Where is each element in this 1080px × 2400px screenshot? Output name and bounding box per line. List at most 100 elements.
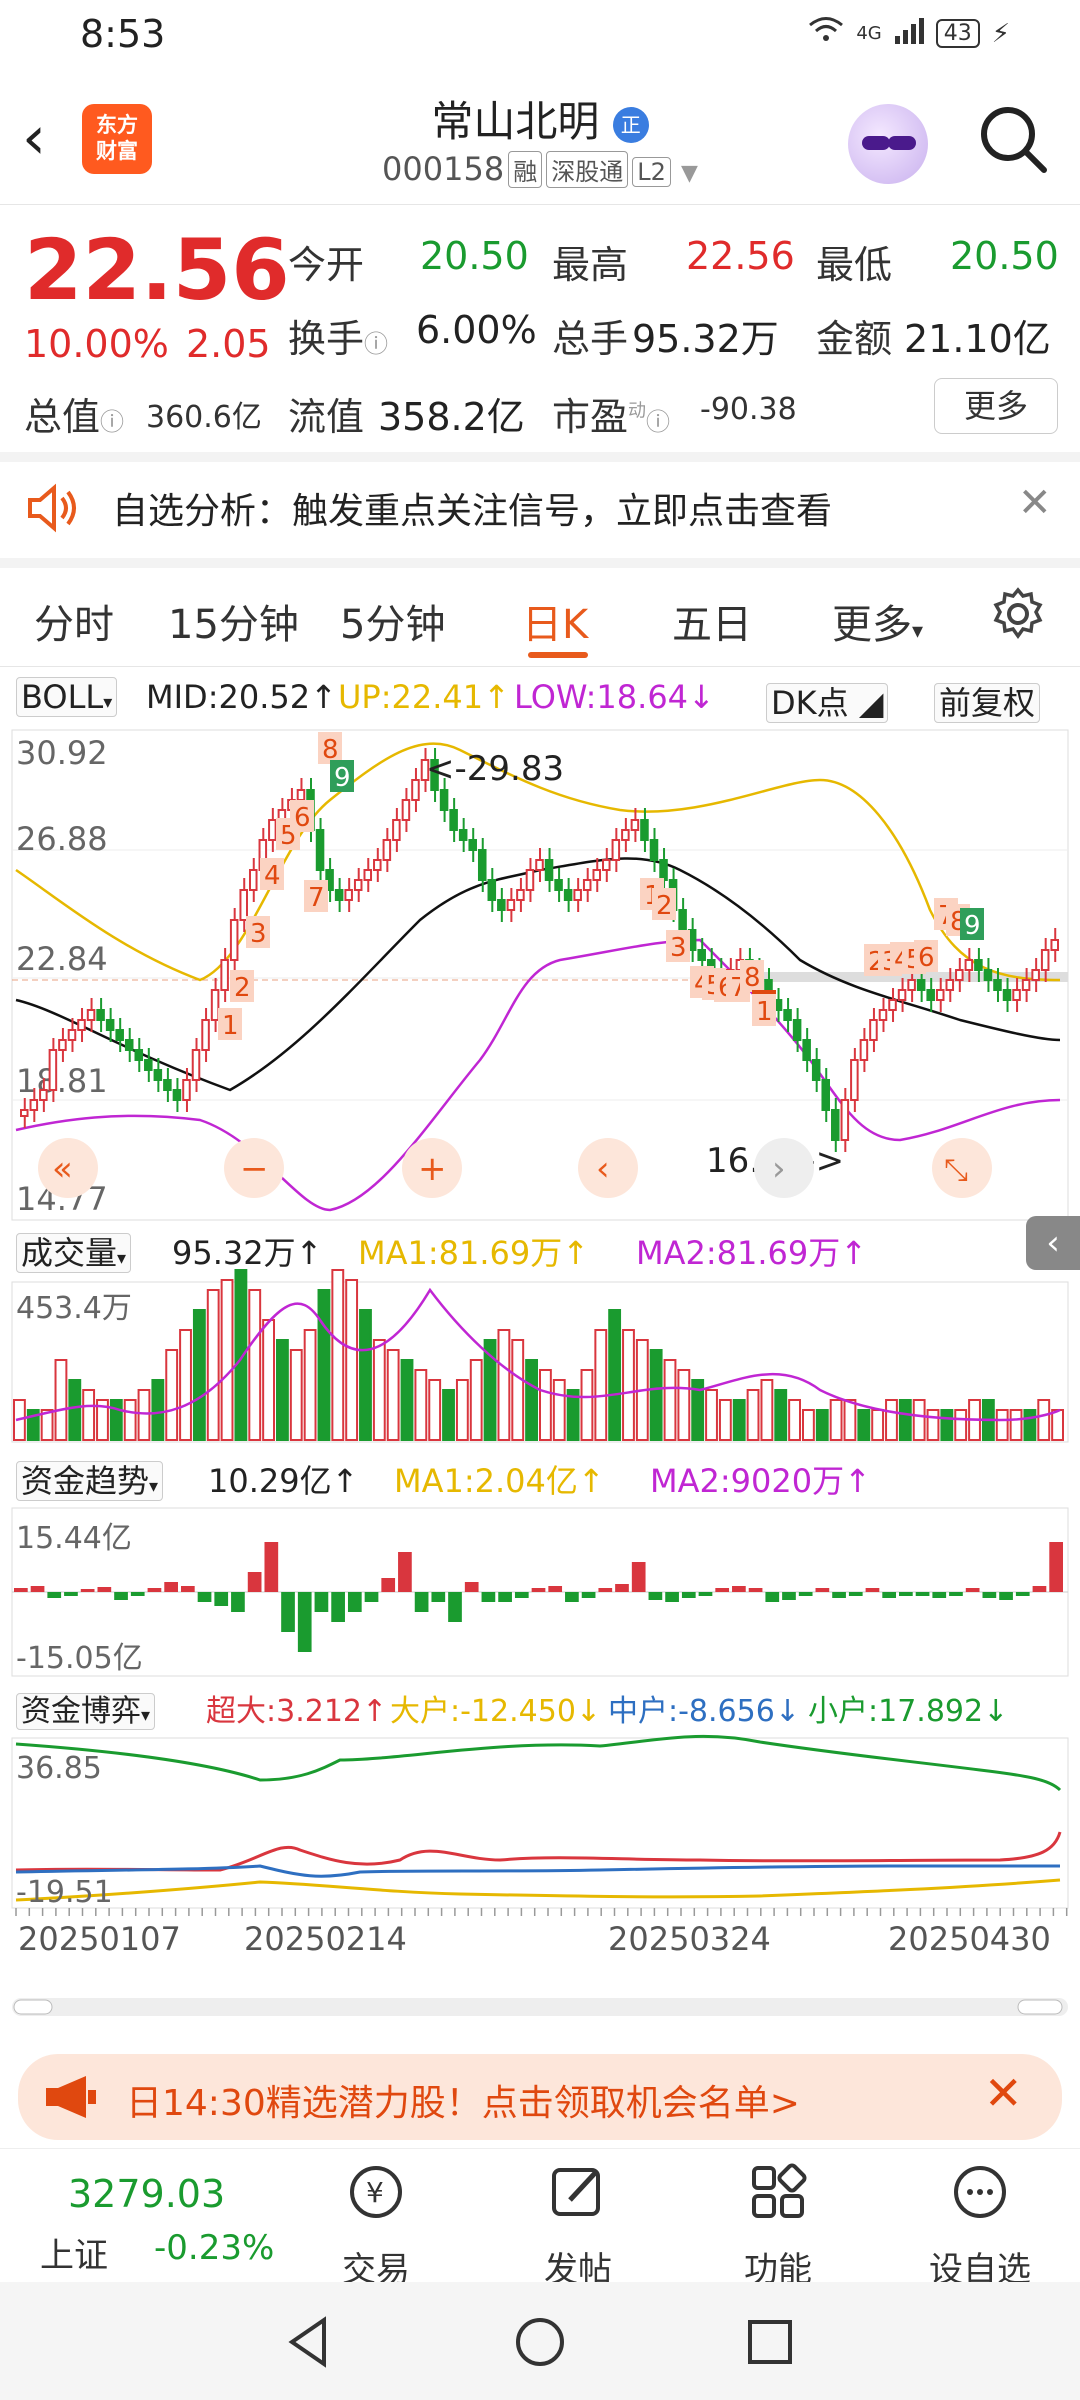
volume-bar <box>359 1309 372 1441</box>
candle-body <box>1021 979 1031 991</box>
nav-home-icon[interactable] <box>510 2312 570 2372</box>
scroll-handle-right[interactable] <box>1017 1999 1063 2015</box>
chart-area[interactable]: 30.92 26.88 22.84 18.81 14.77 1234567891… <box>0 720 1080 2020</box>
turnover-value: 6.00% <box>416 308 537 352</box>
volume-selector[interactable]: 成交量▾ <box>16 1228 132 1274</box>
volume-bar <box>345 1279 359 1441</box>
fund-trend-bar <box>899 1592 913 1596</box>
low-value: 20.50 <box>950 234 1059 278</box>
fund-trend-bar <box>782 1592 796 1600</box>
current-price: 22.56 <box>24 221 290 319</box>
index-change[interactable]: -0.23% <box>154 2228 274 2268</box>
candle-body <box>573 889 582 901</box>
fund-trend-bar <box>214 1592 229 1606</box>
fund-trend-bar <box>732 1586 746 1592</box>
boll-selector[interactable]: BOLL▾ <box>16 677 118 717</box>
tag-l2: L2 <box>632 157 671 187</box>
trade-icon[interactable]: ¥ <box>306 2160 446 2237</box>
candle-body <box>487 879 497 901</box>
fund-trend-bar <box>247 1572 262 1592</box>
close-icon[interactable]: ✕ <box>1018 480 1052 526</box>
gear-icon[interactable] <box>990 586 1046 646</box>
candle-body <box>802 1039 811 1061</box>
volume-bar <box>829 1399 843 1441</box>
candle-body <box>659 859 668 881</box>
high-label: 最高 <box>552 243 629 287</box>
candle-body <box>449 809 458 831</box>
td-count-label: 2 <box>656 891 673 921</box>
candle-body <box>945 979 955 991</box>
nav-recents-icon[interactable] <box>740 2312 800 2372</box>
volume-bar <box>622 1329 635 1441</box>
svg-text:⤡: ⤡ <box>944 1153 968 1188</box>
info-icon[interactable]: ⓘ <box>364 330 388 358</box>
chart-scrollbar[interactable] <box>12 1998 1068 2016</box>
fund-trend-bar <box>481 1592 496 1602</box>
volume-bar <box>857 1409 871 1441</box>
fund-trend-bar <box>381 1578 396 1592</box>
close-icon[interactable]: ✕ <box>984 2066 1023 2120</box>
notice-text[interactable]: 自选分析：触发重点关注信号，立即点击查看 <box>112 482 832 534</box>
volume-bar <box>774 1389 788 1441</box>
search-icon[interactable] <box>978 104 1047 173</box>
volume-bar <box>192 1309 206 1441</box>
volume-ma2: MA2:81.69万↑ <box>636 1234 868 1272</box>
post-icon[interactable] <box>508 2160 648 2237</box>
open-value: 20.50 <box>420 234 529 278</box>
y-label-3: 22.84 <box>16 940 108 978</box>
fund-trend-bar <box>1015 1592 1030 1596</box>
fund-trend-selector[interactable]: 资金趋势▾ <box>16 1456 164 1502</box>
info-icon[interactable]: ⓘ <box>646 408 670 436</box>
nav-back-icon[interactable] <box>280 2312 340 2372</box>
candle-body <box>229 919 239 961</box>
tab-5min[interactable]: 5分钟 <box>340 592 445 650</box>
candle-body <box>191 1049 201 1081</box>
fund-game-selector[interactable]: 资金博弈▾ <box>16 1686 156 1730</box>
fund-trend-bar <box>231 1592 245 1612</box>
fund-trend-bar <box>715 1588 730 1592</box>
svg-text:›: › <box>772 1149 786 1189</box>
candle-body <box>134 1049 144 1061</box>
adjust-selector[interactable]: 前复权 <box>934 678 1041 724</box>
fund-trend-bar <box>130 1592 145 1596</box>
candle-body <box>859 1039 869 1061</box>
tab-five-day[interactable]: 五日 <box>672 592 752 650</box>
volume-bar <box>497 1329 511 1441</box>
dk-point-toggle[interactable]: DK点 ◢ <box>766 678 889 724</box>
index-name[interactable]: 上证 <box>40 2228 108 2277</box>
date-label-2: 20250214 <box>244 1920 407 1958</box>
tab-15min[interactable]: 15分钟 <box>168 592 299 650</box>
panel-toggle-icon[interactable]: ‹ <box>1026 1216 1080 1270</box>
candle-body <box>640 819 649 841</box>
fund-trend-bar <box>748 1588 763 1592</box>
more-dots-icon[interactable] <box>910 2160 1050 2237</box>
candle-body <box>239 889 248 921</box>
tab-intraday[interactable]: 分时 <box>34 592 114 650</box>
scroll-handle-left[interactable] <box>13 1999 53 2015</box>
tab-daily-k[interactable]: 日K <box>522 592 588 650</box>
volume-bar <box>386 1349 400 1441</box>
more-button[interactable]: 更多 <box>934 378 1058 434</box>
status-bar: 8:53 4G 43 ⚡ <box>0 0 1080 70</box>
candle-body <box>353 879 363 891</box>
robot-assistant-avatar[interactable] <box>848 104 928 184</box>
volume-bar <box>954 1409 968 1441</box>
candle-body <box>96 1009 105 1021</box>
candle-body <box>401 799 411 821</box>
tab-more[interactable]: 更多▾ <box>832 592 923 650</box>
volume-bar <box>663 1359 677 1441</box>
candle-body <box>382 839 392 861</box>
wifi-icon <box>808 16 844 51</box>
volume-bar <box>1037 1399 1051 1441</box>
fund-trend-bar <box>531 1588 546 1592</box>
mktcap-label: 总值ⓘ <box>24 395 125 439</box>
info-icon[interactable]: ⓘ <box>100 408 124 436</box>
signal-icon <box>894 16 924 51</box>
promo-text[interactable]: 日14:30精选潜力股！点击领取机会名单> <box>126 2074 800 2126</box>
fund-trend-bar <box>665 1592 679 1602</box>
function-grid-icon[interactable] <box>708 2160 848 2237</box>
index-value[interactable]: 3279.03 <box>68 2172 225 2216</box>
svg-text:‹: ‹ <box>596 1149 610 1189</box>
volume-bar <box>912 1399 926 1441</box>
fund-trend-bar <box>448 1592 462 1622</box>
